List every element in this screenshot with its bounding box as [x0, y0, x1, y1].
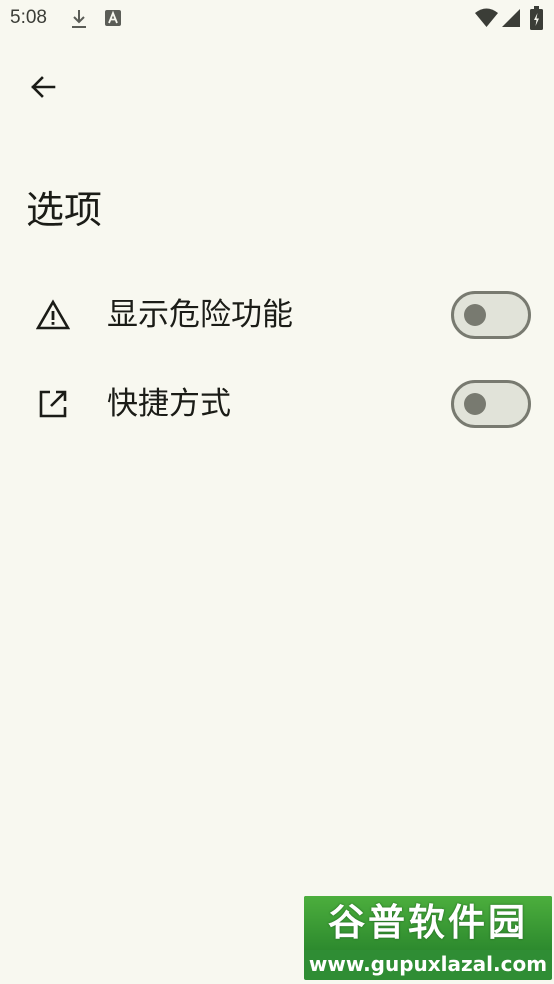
setting-row-shortcuts[interactable]: 快捷方式: [0, 360, 554, 448]
switch-thumb: [464, 393, 486, 415]
signal-icon: [502, 9, 520, 27]
back-button[interactable]: [19, 63, 67, 111]
switch-thumb: [464, 304, 486, 326]
shortcuts-switch[interactable]: [451, 380, 531, 428]
page-title: 选项: [26, 188, 103, 232]
setting-row-show-dangerous[interactable]: 显示危险功能: [0, 271, 554, 359]
a-notification-icon: [105, 10, 121, 26]
status-time: 5:08: [10, 7, 47, 28]
wifi-icon: [475, 8, 498, 27]
status-bar: 5:08: [0, 0, 554, 38]
arrow-left-icon: [31, 76, 56, 98]
setting-label: 快捷方式: [107, 386, 231, 422]
watermark-brand: 谷普软件园: [328, 901, 528, 944]
battery-icon: [530, 6, 543, 30]
open-in-new-icon: [39, 390, 67, 418]
warning-icon: [36, 299, 70, 330]
watermark-logo: 谷普软件园 www.gupuxlazal.com: [304, 896, 552, 980]
show-dangerous-switch[interactable]: [451, 291, 531, 339]
watermark-url: www.gupuxlazal.com: [308, 952, 548, 976]
setting-label: 显示危险功能: [107, 297, 293, 333]
download-icon: [72, 10, 86, 28]
